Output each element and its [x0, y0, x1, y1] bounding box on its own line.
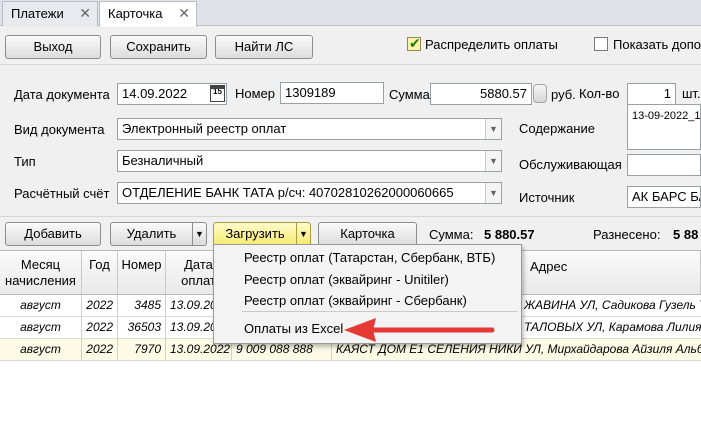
menu-separator: [242, 311, 518, 312]
cell-address: ЖАВИНА УЛ, Садикова Гузель Таги: [524, 298, 701, 312]
currency-label: руб.: [551, 87, 576, 102]
distribute-checkbox[interactable]: ✔: [407, 35, 421, 51]
show-more-label: Показать допол: [613, 37, 701, 52]
calendar-icon[interactable]: 15: [210, 85, 225, 102]
load-dropdown-menu: Реестр оплат (Татарстан, Сбербанк, ВТБ) …: [213, 244, 522, 344]
tab-card[interactable]: Карточка ✕: [99, 1, 197, 27]
type-select[interactable]: Безналичный ▼: [117, 150, 502, 172]
doc-type-select[interactable]: Электронный реестр оплат ▼: [117, 118, 502, 140]
chevron-down-icon[interactable]: ▼: [485, 183, 501, 203]
menu-item-registry-unitiler[interactable]: Реестр оплат (эквайринг - Unitiler): [244, 272, 449, 287]
find-ls-button[interactable]: Найти ЛС: [215, 35, 313, 59]
tab-payments-label: Платежи: [11, 6, 64, 21]
type-value: Безналичный: [122, 153, 204, 168]
tab-card-label: Карточка: [108, 6, 163, 21]
sum-total-value: 5 880.57: [484, 227, 535, 242]
qty-label: Кол-во: [579, 86, 620, 101]
cell-month: август: [0, 317, 82, 338]
column-header-year[interactable]: Год: [82, 251, 118, 295]
account-label: Расчётный счёт: [14, 186, 110, 201]
cell-year: 2022: [82, 339, 118, 360]
distributed-label: Разнесено:: [593, 227, 661, 242]
sum-spinner[interactable]: [533, 84, 547, 103]
number-field[interactable]: 1309189: [280, 82, 384, 104]
content-field[interactable]: 13-09-2022_18: [627, 104, 701, 150]
sum-field[interactable]: 5880.57: [430, 83, 532, 105]
number-label: Номер: [235, 86, 276, 101]
save-button[interactable]: Сохранить: [110, 35, 207, 59]
menu-item-excel-payments[interactable]: Оплаты из Excel: [244, 321, 343, 336]
cell-year: 2022: [82, 295, 118, 316]
sum-total-label: Сумма:: [429, 227, 474, 242]
column-header-address[interactable]: Адрес: [522, 251, 701, 295]
doc-date-value: 14.09.2022: [122, 86, 188, 101]
column-header-number[interactable]: Номер: [118, 251, 166, 295]
qty-value: 1: [663, 86, 671, 101]
delete-dropdown-icon[interactable]: ▼: [192, 222, 207, 246]
cell-month: август: [0, 339, 82, 360]
source-label: Источник: [519, 190, 575, 205]
cell-month: август: [0, 295, 82, 316]
load-dropdown-icon[interactable]: ▼: [296, 222, 311, 246]
document-form: Дата документа 14.09.2022 15 Номер 13091…: [0, 66, 701, 214]
content-label: Содержание: [519, 121, 595, 136]
unit-label: шт.: [682, 86, 701, 101]
close-icon[interactable]: ✕: [79, 2, 91, 25]
serving-field[interactable]: [627, 154, 701, 176]
delete-button[interactable]: Удалить: [110, 222, 193, 246]
source-field[interactable]: АК БАРС БА: [627, 186, 701, 208]
menu-item-registry-sberbank[interactable]: Реестр оплат (эквайринг - Сбербанк): [244, 293, 467, 308]
cell-number: 3485: [118, 295, 166, 316]
load-button[interactable]: Загрузить: [213, 222, 297, 246]
tab-payments[interactable]: Платежи ✕: [2, 1, 98, 26]
exit-button[interactable]: Выход: [5, 35, 101, 59]
cell-number: 7970: [118, 339, 166, 360]
menu-item-registry-tatarstan[interactable]: Реестр оплат (Татарстан, Сбербанк, ВТБ): [244, 250, 495, 265]
qty-field[interactable]: 1: [627, 83, 676, 105]
add-button[interactable]: Добавить: [5, 222, 101, 246]
show-more-checkbox[interactable]: [594, 37, 608, 51]
chevron-down-icon[interactable]: ▼: [485, 119, 501, 139]
close-icon[interactable]: ✕: [178, 2, 190, 25]
tab-bar: Платежи ✕ Карточка ✕: [0, 0, 701, 27]
account-value: ОТДЕЛЕНИЕ БАНК ТАТА р/сч: 40702810262000…: [122, 185, 454, 200]
checkmark-icon: ✔: [409, 35, 421, 51]
number-value: 1309189: [285, 85, 336, 100]
content-value: 13-09-2022_18: [632, 110, 701, 122]
distributed-value: 5 88: [673, 227, 699, 242]
card-button[interactable]: Карточка: [318, 222, 417, 246]
cell-address: ТАЛОВЫХ УЛ, Карамова Лилия Аль: [524, 320, 701, 334]
cell-number: 36503: [118, 317, 166, 338]
top-toolbar: Выход Сохранить Найти ЛС ✔ Распределить …: [0, 27, 701, 65]
sum-value: 5880.57: [480, 86, 527, 101]
sum-label: Сумма: [389, 87, 430, 102]
doc-date-label: Дата документа: [14, 87, 110, 102]
doc-type-label: Вид документа: [14, 122, 105, 137]
chevron-down-icon[interactable]: ▼: [485, 151, 501, 171]
account-select[interactable]: ОТДЕЛЕНИЕ БАНК ТАТА р/сч: 40702810262000…: [117, 182, 502, 204]
doc-type-value: Электронный реестр оплат: [122, 121, 287, 136]
distribute-label: Распределить оплаты: [425, 37, 558, 52]
serving-label: Обслуживающая: [519, 157, 622, 172]
column-header-month[interactable]: Месяц начисления: [0, 251, 82, 295]
calendar-icon-text: 15: [213, 87, 222, 96]
type-label: Тип: [14, 154, 36, 169]
cell-year: 2022: [82, 317, 118, 338]
source-value: АК БАРС БА: [632, 189, 701, 204]
